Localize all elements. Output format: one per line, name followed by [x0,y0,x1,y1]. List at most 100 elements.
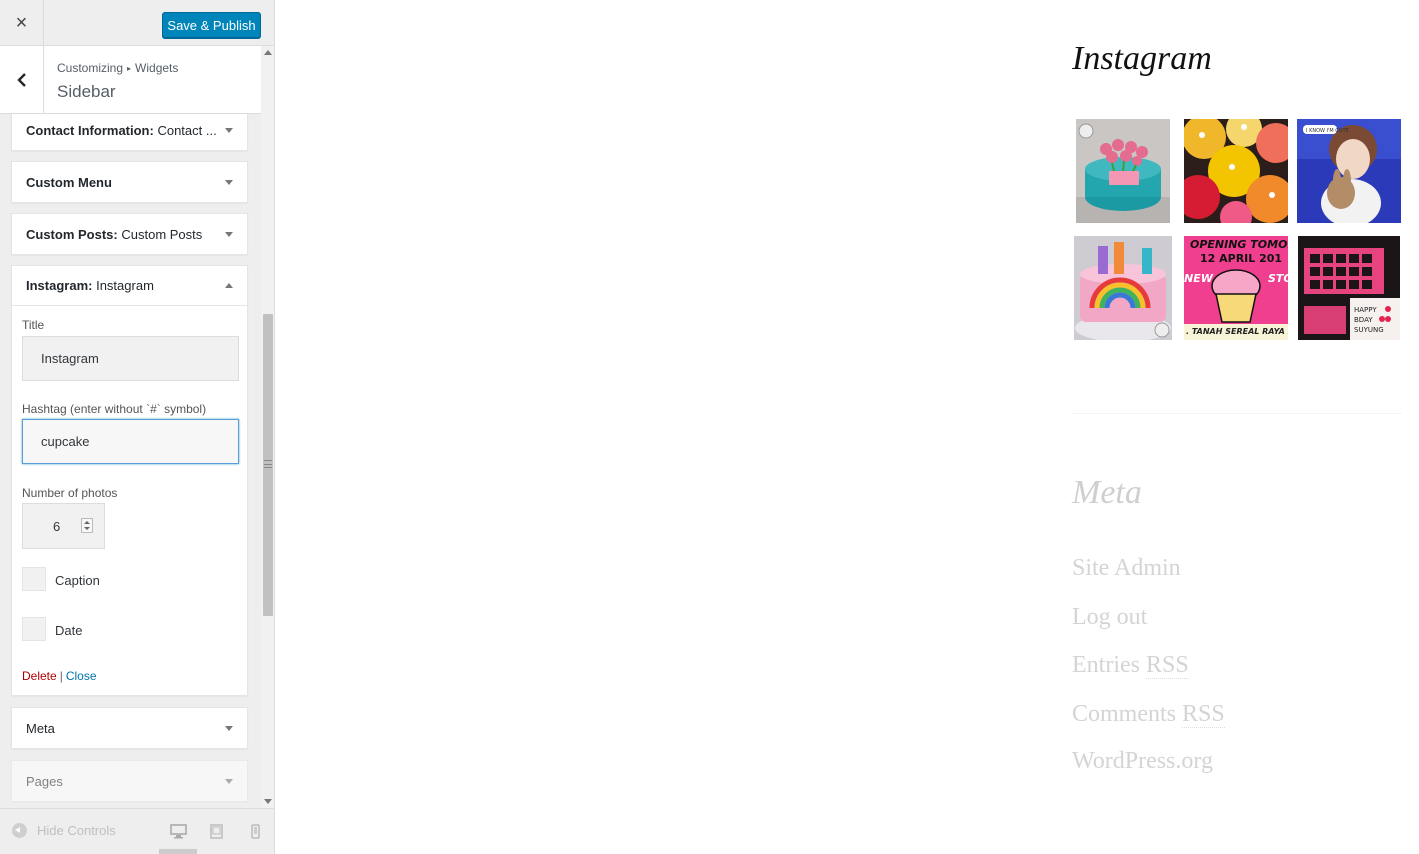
widget-name: Contact Information: [26,122,154,138]
link-text: Entries [1072,652,1146,678]
actions-divider: | [59,669,63,683]
desktop-preview-icon[interactable] [170,824,187,839]
widget-contact-information[interactable]: Contact Information: Contact ... [11,114,248,151]
caption-checkbox[interactable] [22,567,46,591]
widget-list: Contact Information: Contact ... Custom … [0,114,261,814]
widget-custom-menu[interactable]: Custom Menu [11,161,248,203]
instagram-photo-1[interactable] [1076,119,1170,223]
meta-widget-title: Meta [1072,474,1142,511]
instagram-widget-title: Instagram [1072,40,1212,77]
photos-count-label: Number of photos [22,486,118,500]
widget-header[interactable]: Instagram: Instagram [12,266,247,306]
date-label: Date [55,623,83,638]
svg-text:HAPPY: HAPPY [1354,306,1377,314]
cupcakes-photo-icon [1184,119,1288,223]
instagram-photo-3[interactable]: I KNOW I'M CUTE [1297,119,1401,223]
chocolate-box-photo-icon: HAPPY BDAY SUYUNG [1298,236,1400,340]
expand-arrow-icon[interactable] [225,778,233,784]
link-text: WordPress.org [1072,748,1213,774]
widget-name: Custom Posts: [26,226,118,242]
widget-name: Custom Menu [26,174,112,190]
widget-header[interactable]: Pages [12,761,247,801]
widget-title: Instagram [96,278,154,293]
wordpress-org-link[interactable]: WordPress.org [1072,748,1213,775]
save-publish-button[interactable]: Save & Publish [162,12,261,38]
site-preview: Instagram I KNOW I'M CUTE OPENING TOMO 1… [276,0,1419,854]
widget-header[interactable]: Custom Posts: Custom Posts [12,214,247,254]
hide-controls-button[interactable]: Hide Controls [12,823,116,838]
widget-header[interactable]: Contact Information: Contact ... [12,114,247,150]
photos-count-value: 6 [53,519,61,534]
expand-arrow-icon[interactable] [225,725,233,731]
widget-title: Contact ... [157,122,217,138]
widget-name: Meta [26,720,55,736]
widget-meta[interactable]: Meta [11,707,248,749]
widget-instagram: Instagram: Instagram Title Instagram Has… [11,265,248,696]
close-link[interactable]: Close [66,669,97,683]
active-device-indicator [159,849,197,854]
widget-pages[interactable]: Pages [11,760,248,802]
widget-custom-posts[interactable]: Custom Posts: Custom Posts [11,213,248,255]
cupcake-store-opening-poster-photo-icon: OPENING TOMORR 12 APRIL 201 NEW STO . TA… [1184,236,1288,340]
link-text: Site Admin [1072,555,1181,581]
widget-header[interactable]: Custom Menu [12,162,247,202]
hide-controls-label: Hide Controls [37,823,116,838]
widget-actions: Delete | Close [22,669,97,683]
photos-count-input[interactable]: 6 [22,503,105,549]
hashtag-label: Hashtag (enter without `#` symbol) [22,402,207,416]
mobile-preview-icon[interactable] [251,824,260,839]
date-checkbox[interactable] [22,617,46,641]
instagram-photo-6[interactable]: HAPPY BDAY SUYUNG [1298,236,1400,340]
expand-arrow-icon[interactable] [225,231,233,237]
widget-name: Pages [26,773,63,789]
svg-text:BDAY: BDAY [1354,316,1373,324]
breadcrumb-root: Customizing [57,61,124,75]
widget-name: Instagram: [26,278,93,293]
scrollbar-thumb[interactable] [263,314,273,616]
instagram-photo-4[interactable] [1074,236,1172,340]
delete-link[interactable]: Delete [22,669,57,683]
collapse-arrow-icon[interactable] [225,283,233,288]
expand-arrow-icon[interactable] [225,127,233,133]
hashtag-input[interactable]: cupcake [22,419,239,464]
widget-header[interactable]: Meta [12,708,247,748]
tablet-preview-icon[interactable] [210,824,223,839]
instagram-photo-2[interactable] [1184,119,1288,223]
close-customizer-button[interactable]: × [0,0,44,46]
back-button[interactable] [0,46,44,113]
section-title: Sidebar [57,82,116,101]
grip-icon [264,460,272,468]
person-with-plush-photo-icon: I KNOW I'M CUTE [1297,119,1401,223]
entries-rss-link[interactable]: Entries RSS [1072,652,1189,679]
chevron-left-icon [16,72,26,87]
svg-text:SUYUNG: SUYUNG [1354,326,1384,334]
link-text: Log out [1072,604,1148,630]
section-header: Customizing ▸ Widgets Sidebar [0,46,261,114]
panel-scrollbar[interactable] [261,46,274,808]
collapse-arrow-icon [12,823,27,838]
svg-text:. TANAH SEREAL RAYA NO.4: . TANAH SEREAL RAYA NO.4 [1186,327,1288,336]
svg-text:STO: STO [1268,272,1288,285]
title-input[interactable]: Instagram [22,336,239,381]
close-icon: × [15,11,28,34]
svg-text:12 APRIL 201: 12 APRIL 201 [1200,252,1282,265]
log-out-link[interactable]: Log out [1072,604,1147,631]
expand-arrow-icon[interactable] [225,179,233,185]
title-label: Title [22,318,45,332]
customizer-panel: × Save & Publish Customizing ▸ Widgets Sid… [0,0,275,854]
rainbow-birthday-cake-photo-icon [1074,236,1172,340]
comments-rss-link[interactable]: Comments RSS [1072,701,1225,728]
breadcrumb-separator-icon: ▸ [127,64,132,73]
site-admin-link[interactable]: Site Admin [1072,555,1181,582]
caption-label: Caption [55,573,100,588]
svg-text:NEW: NEW [1184,272,1214,285]
rss-abbr: RSS [1145,652,1189,679]
scroll-down-arrow-icon[interactable] [264,799,272,804]
number-spinner-icon[interactable] [81,518,93,533]
teal-tulip-cake-photo-icon [1076,119,1170,223]
widget-title: Custom Posts [121,226,203,242]
svg-text:OPENING TOMORR: OPENING TOMORR [1190,238,1288,251]
customizer-header: × Save & Publish [0,0,274,46]
scroll-up-arrow-icon[interactable] [264,50,272,55]
instagram-photo-5[interactable]: OPENING TOMORR 12 APRIL 201 NEW STO . TA… [1184,236,1288,340]
